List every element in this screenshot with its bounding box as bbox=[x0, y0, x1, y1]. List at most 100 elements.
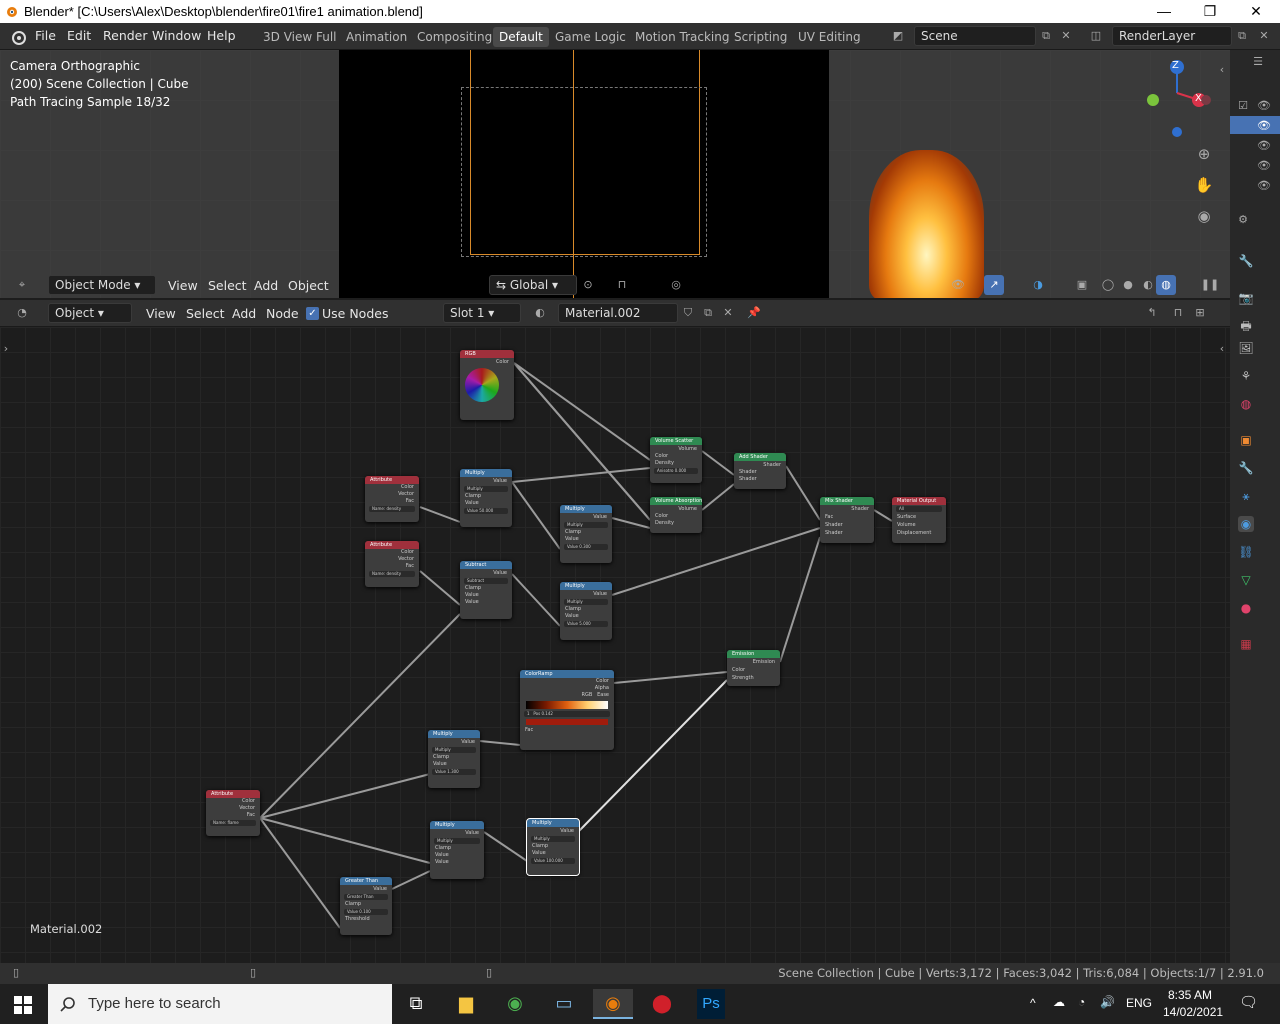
operation-dropdown[interactable]: Multiply bbox=[432, 747, 476, 753]
clamp-checkbox[interactable]: Clamp bbox=[560, 529, 612, 536]
node-menu-node[interactable]: Node bbox=[266, 306, 299, 321]
render-tab-icon[interactable]: 📷 bbox=[1238, 290, 1254, 306]
pan-hand-icon[interactable]: ✋ bbox=[1194, 175, 1214, 195]
viewport-menu-add[interactable]: Add bbox=[254, 278, 278, 293]
value-field[interactable]: Value 0.100 bbox=[344, 909, 388, 915]
onedrive-icon[interactable]: ☁ bbox=[1053, 995, 1065, 1009]
node-emission[interactable]: Emission Emission Color Strength bbox=[727, 650, 780, 686]
use-nodes-checkbox[interactable]: ✓ bbox=[306, 307, 319, 320]
view-layer-tab-icon[interactable]: 🖼 bbox=[1238, 340, 1254, 356]
eye-icon[interactable]: 👁 bbox=[1254, 156, 1274, 176]
close-button[interactable]: ✕ bbox=[1233, 0, 1279, 23]
node-greater-than[interactable]: Greater Than Value Greater Than Clamp Va… bbox=[340, 877, 392, 935]
clock-time[interactable]: 8:35 AM bbox=[1168, 988, 1212, 1002]
operation-dropdown[interactable]: Multiply bbox=[531, 836, 575, 842]
eye-icon[interactable]: 👁 bbox=[1254, 176, 1274, 196]
xray-icon[interactable]: ▣ bbox=[1072, 275, 1092, 295]
tab-default[interactable]: Default bbox=[493, 27, 549, 47]
language-indicator[interactable]: ENG bbox=[1126, 996, 1152, 1010]
delete-scene-icon[interactable]: ✕ bbox=[1056, 26, 1076, 46]
snap-mode-icon[interactable]: ⊞ bbox=[1190, 303, 1210, 323]
collapse-arrow-icon[interactable]: ‹ bbox=[1212, 60, 1230, 80]
node-add-shader[interactable]: Add Shader Shader Shader Shader bbox=[734, 453, 786, 489]
new-viewlayer-icon[interactable]: ⧉ bbox=[1232, 26, 1252, 46]
menu-edit[interactable]: Edit bbox=[67, 28, 91, 43]
node-attribute-density[interactable]: Attribute Color Vector Fac Name: density bbox=[365, 476, 419, 522]
viewport-menu-select[interactable]: Select bbox=[208, 278, 247, 293]
operation-dropdown[interactable]: Multiply bbox=[564, 522, 608, 528]
visibility-icon[interactable]: 👁 bbox=[948, 275, 968, 295]
menu-help[interactable]: Help bbox=[207, 28, 236, 43]
node-volume-scatter[interactable]: Volume Scatter Volume Color Density Anis… bbox=[650, 437, 702, 483]
eye-icon[interactable]: 👁 bbox=[1254, 136, 1274, 156]
node-color-ramp[interactable]: ColorRamp Color Alpha RGB Ease 1 Pos 0.1… bbox=[520, 670, 614, 750]
node-multiply[interactable]: Multiply Value Multiply Clamp Value Valu… bbox=[560, 582, 612, 640]
clock-date[interactable]: 14/02/2021 bbox=[1163, 1005, 1223, 1019]
node-menu-view[interactable]: View bbox=[146, 306, 176, 321]
clamp-checkbox[interactable]: Clamp bbox=[428, 754, 480, 761]
tab-animation[interactable]: Animation bbox=[340, 27, 413, 47]
operation-dropdown[interactable]: Subtract bbox=[464, 578, 508, 584]
clamp-checkbox[interactable]: Clamp bbox=[430, 845, 484, 852]
node-mix-shader[interactable]: Mix Shader Shader Fac Shader Shader bbox=[820, 497, 874, 543]
modifier-tab-icon[interactable]: 🔧 bbox=[1238, 460, 1254, 476]
attribute-name-field[interactable]: Name: density bbox=[369, 571, 415, 577]
node-subtract[interactable]: Subtract Value Subtract Clamp Value Valu… bbox=[460, 561, 512, 619]
target-dropdown[interactable]: All bbox=[896, 506, 942, 512]
node-multiply[interactable]: Multiply Value Multiply Clamp Value Valu… bbox=[460, 469, 512, 527]
world-tab-icon[interactable]: ◍ bbox=[1238, 396, 1254, 412]
constraints-tab-icon[interactable]: ⛓ bbox=[1238, 544, 1254, 560]
new-scene-icon[interactable]: ⧉ bbox=[1036, 26, 1056, 46]
sidebar-expand-icon[interactable]: ‹ bbox=[1212, 339, 1230, 359]
zoom-icon[interactable]: ⊕ bbox=[1194, 144, 1214, 164]
scene-name-field[interactable]: Scene bbox=[914, 26, 1036, 46]
menu-render[interactable]: Render bbox=[103, 28, 148, 43]
delete-viewlayer-icon[interactable]: ✕ bbox=[1254, 26, 1274, 46]
notification-icon[interactable]: 🗨 bbox=[1239, 993, 1258, 1011]
data-tab-icon[interactable]: ▽ bbox=[1238, 572, 1254, 588]
new-material-icon[interactable]: ⧉ bbox=[698, 303, 718, 323]
value-field[interactable]: Value 1.300 bbox=[432, 769, 476, 775]
clamp-checkbox[interactable]: Clamp bbox=[460, 493, 512, 500]
output-tab-icon[interactable]: 🖶 bbox=[1238, 318, 1254, 334]
blender-taskbar-icon[interactable]: ◉ bbox=[593, 989, 633, 1019]
overlay-toggle-icon[interactable]: ◑ bbox=[1028, 275, 1048, 295]
node-menu-select[interactable]: Select bbox=[186, 306, 225, 321]
tab-motion-tracking[interactable]: Motion Tracking bbox=[629, 27, 735, 47]
slot-dropdown[interactable]: Slot 1 ▾ bbox=[443, 303, 521, 323]
value-field[interactable]: Value 50.000 bbox=[464, 508, 508, 514]
shader-type-dropdown[interactable]: Object ▾ bbox=[48, 303, 132, 323]
outliner-filter-icon[interactable]: ☰ bbox=[1248, 52, 1268, 72]
node-multiply[interactable]: Multiply Value Multiply Clamp Value Valu… bbox=[560, 505, 612, 563]
operation-dropdown[interactable]: Multiply bbox=[434, 838, 480, 844]
texture-tab-icon[interactable]: ▦ bbox=[1238, 636, 1254, 652]
value-field[interactable]: Value 100.000 bbox=[531, 858, 575, 864]
material-name-field[interactable]: Material.002 bbox=[558, 303, 678, 323]
attribute-name-field[interactable]: Name: flame bbox=[210, 820, 256, 826]
material-shading-icon[interactable]: ◐ bbox=[1138, 275, 1158, 295]
interpolation[interactable]: Ease bbox=[597, 692, 609, 698]
security-app-icon[interactable]: ⬤ bbox=[642, 989, 682, 1019]
snap-icon[interactable]: ⊓ bbox=[612, 275, 632, 295]
solid-shading-icon[interactable]: ● bbox=[1118, 275, 1138, 295]
node-editor-type-icon[interactable]: ◔ bbox=[12, 303, 32, 323]
tab-3d-view-full[interactable]: 3D View Full bbox=[257, 27, 343, 47]
pivot-icon[interactable]: ⊙ bbox=[578, 275, 598, 295]
operation-dropdown[interactable]: Greater Than bbox=[344, 894, 388, 900]
chrome-icon[interactable]: ◉ bbox=[495, 989, 535, 1019]
tab-compositing[interactable]: Compositing bbox=[411, 27, 498, 47]
clamp-checkbox[interactable]: Clamp bbox=[560, 606, 612, 613]
object-mode-dropdown[interactable]: Object Mode ▾ bbox=[48, 275, 156, 295]
blender-menu-icon[interactable] bbox=[10, 29, 26, 45]
wireframe-shading-icon[interactable]: ◯ bbox=[1098, 275, 1118, 295]
node-menu-add[interactable]: Add bbox=[232, 306, 256, 321]
attribute-name-field[interactable]: Name: density bbox=[369, 506, 415, 512]
clamp-checkbox[interactable]: Clamp bbox=[460, 585, 512, 592]
gizmo-toggle-icon[interactable]: ↗ bbox=[984, 275, 1004, 295]
snap-node-icon[interactable]: ⊓ bbox=[1168, 303, 1188, 323]
operation-dropdown[interactable]: Multiply bbox=[564, 599, 608, 605]
node-editor-canvas[interactable]: RGB Color Attribute Color Vector Fac Nam… bbox=[0, 327, 1230, 963]
tab-uv-editing[interactable]: UV Editing bbox=[792, 27, 867, 47]
clamp-checkbox[interactable]: Clamp bbox=[340, 901, 392, 908]
node-attribute-flame[interactable]: Attribute Color Vector Fac Name: flame bbox=[206, 790, 260, 836]
